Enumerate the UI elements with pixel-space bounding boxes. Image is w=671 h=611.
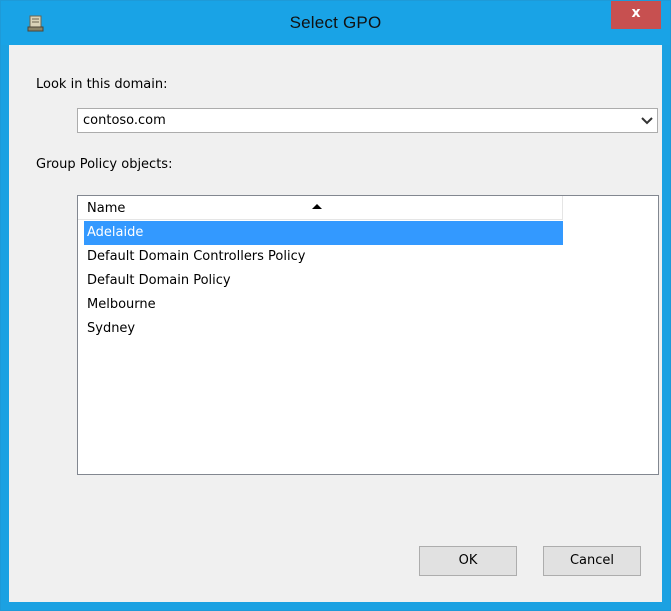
cancel-button[interactable]: Cancel <box>543 546 641 576</box>
list-item[interactable]: Sydney <box>84 317 563 341</box>
gpo-list[interactable]: Name Adelaide Default Domain Controllers… <box>77 195 659 475</box>
gpo-rows: Adelaide Default Domain Controllers Poli… <box>84 221 563 341</box>
sort-ascending-icon <box>311 196 323 209</box>
domain-dropdown[interactable]: contoso.com <box>77 108 658 133</box>
list-item[interactable]: Adelaide <box>84 221 563 245</box>
select-gpo-dialog: Select GPO x Look in this domain: contos… <box>0 0 671 611</box>
window-title: Select GPO <box>289 13 382 32</box>
close-icon: x <box>631 5 641 21</box>
ok-button[interactable]: OK <box>419 546 517 576</box>
list-item[interactable]: Default Domain Policy <box>84 269 563 293</box>
close-button[interactable]: x <box>611 1 661 29</box>
gpo-list-label: Group Policy objects: <box>36 157 173 172</box>
list-item[interactable]: Melbourne <box>84 293 563 317</box>
domain-value: contoso.com <box>83 113 166 128</box>
chevron-down-icon[interactable] <box>639 109 655 132</box>
column-header-label: Name <box>87 201 126 216</box>
title-bar[interactable]: Select GPO x <box>1 1 670 45</box>
dialog-body: Look in this domain: contoso.com Group P… <box>9 45 662 602</box>
domain-label: Look in this domain: <box>36 77 168 92</box>
column-header-name[interactable]: Name <box>78 196 563 220</box>
list-item[interactable]: Default Domain Controllers Policy <box>84 245 563 269</box>
